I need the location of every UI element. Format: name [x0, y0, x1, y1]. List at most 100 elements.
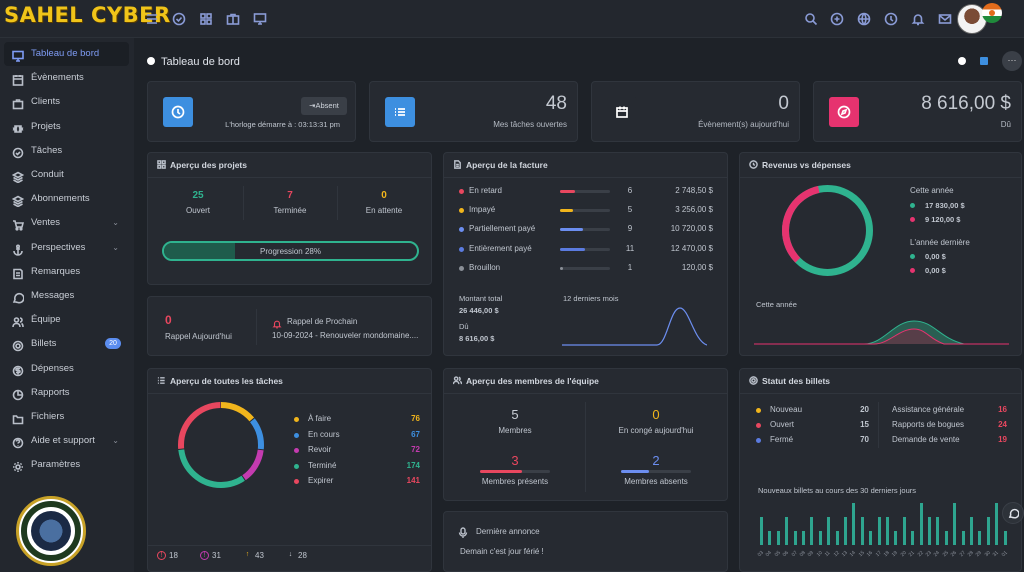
- globe-icon[interactable]: [857, 12, 871, 26]
- ticket-day-bar: [810, 517, 814, 545]
- sidebar-item-aide-et-support[interactable]: Aide et support ⌄: [4, 429, 129, 453]
- ticket-day-bar: [919, 503, 923, 545]
- sidebar-item-perspectives[interactable]: Perspectives ⌄: [4, 236, 129, 260]
- announcement-title: Dernière annonce: [476, 527, 540, 536]
- projects-hold-label: En attente: [365, 206, 403, 215]
- invoice-bar-fill: [560, 247, 585, 251]
- search-icon[interactable]: [804, 12, 818, 26]
- ticket-day-bar: [793, 531, 797, 545]
- chat-button[interactable]: [1002, 502, 1024, 524]
- invoice-bar-fill: [560, 228, 583, 232]
- grid-icon: [157, 160, 166, 169]
- compass-icon: [829, 97, 859, 127]
- sidebar-item-parametres[interactable]: Paramètres: [4, 453, 129, 477]
- ticket-day-label: 12: [832, 549, 841, 559]
- menu-icon[interactable]: [145, 12, 159, 26]
- evenements-icon: [12, 72, 24, 86]
- task-status-value: 76: [411, 414, 420, 423]
- due-card[interactable]: 8 616,00 $ Dû: [813, 81, 1022, 142]
- ticket-day-label: 28: [966, 549, 975, 559]
- events-today-label: Évènement(s) aujourd'hui: [698, 120, 789, 129]
- announcement-text[interactable]: Demain c'est jour férié !: [460, 547, 544, 556]
- due-value: 8 616,00 $: [921, 93, 1011, 114]
- absent-button[interactable]: ⇥Absent: [301, 97, 347, 115]
- sidebar-item-tableau-de-bord[interactable]: Tableau de bord: [4, 42, 129, 66]
- sidebar-item-billets[interactable]: Billets 20: [4, 332, 129, 356]
- sidebar-item-clients[interactable]: Clients: [4, 90, 129, 114]
- invoice-status-dot: [459, 227, 464, 233]
- sidebar-item-label: Projets: [31, 120, 61, 132]
- on-leave-value: 0: [652, 407, 660, 422]
- last-year-income: 0,00 $: [925, 252, 946, 261]
- ticket-status-dot: [756, 423, 761, 428]
- sidebar-item-remarques[interactable]: Remarques: [4, 260, 129, 284]
- bell-icon[interactable]: [911, 12, 925, 26]
- sidebar-item-fichiers[interactable]: Fichiers: [4, 405, 129, 429]
- grid-icon[interactable]: [199, 12, 213, 26]
- events-today-card[interactable]: 0 Évènement(s) aujourd'hui: [591, 81, 800, 142]
- language-flag-icon[interactable]: [982, 3, 1002, 23]
- sidebar-item-equipe[interactable]: Équipe: [4, 308, 129, 332]
- sidebar-item-label: Dépenses: [31, 362, 74, 374]
- ticket-day-label: 19: [891, 549, 900, 559]
- members-label: Membres: [498, 426, 532, 435]
- invoice-status-label: En retard: [469, 186, 502, 195]
- theme-white-dot[interactable]: [958, 57, 966, 65]
- check-circle-icon[interactable]: [172, 12, 186, 26]
- reminder-today-value: 0: [165, 313, 172, 327]
- open-tasks-card[interactable]: 48 Mes tâches ouvertes: [369, 81, 578, 142]
- team-overview-card: Aperçu des membres de l'équipe 5 Membres…: [443, 368, 728, 501]
- sidebar-item-abonnements[interactable]: Abonnements: [4, 187, 129, 211]
- more-options-button[interactable]: ···: [1002, 51, 1022, 71]
- sidebar: Tableau de bord Évènements Clients Projets T…: [0, 38, 134, 572]
- ticket-day-label: 29: [975, 549, 984, 559]
- sidebar-item-rapports[interactable]: Rapports: [4, 381, 129, 405]
- revenue-area-chart: [754, 320, 1009, 345]
- sidebar-item-projets[interactable]: Projets: [4, 115, 129, 139]
- due-amount-value: 8 616,00 $: [459, 334, 495, 343]
- plus-circle-icon[interactable]: [830, 12, 844, 26]
- ticket-day-label: 08: [798, 549, 807, 559]
- ticket-day-label: 01: [1000, 549, 1009, 559]
- tickets-bar-chart: [758, 501, 1013, 545]
- ticket-day-label: 16: [865, 549, 875, 559]
- projects-open-value: 25: [192, 190, 204, 201]
- revenue-expenses-title: Revenus vs dépenses: [749, 160, 851, 170]
- task-status-value: 72: [411, 445, 420, 454]
- this-year-income: 17 830,00 $: [925, 201, 965, 210]
- ticket-day-label: 05: [773, 549, 782, 559]
- sidebar-item-evenements[interactable]: Évènements: [4, 66, 129, 90]
- ticket-type-label: Demande de vente: [892, 435, 960, 444]
- invoice-overview-title: Aperçu de la facture: [453, 160, 548, 170]
- sidebar-item-conduit[interactable]: Conduit: [4, 163, 129, 187]
- sidebar-item-label: Clients: [31, 96, 61, 108]
- absent-label: Membres absents: [624, 477, 688, 486]
- remarques-icon: [12, 266, 24, 280]
- sidebar-item-depenses[interactable]: Dépenses: [4, 357, 129, 381]
- next-reminder-title: Rappel de Prochain: [287, 317, 358, 326]
- present-bar: [480, 470, 550, 473]
- ticket-day-label: 21: [907, 549, 917, 559]
- sidebar-item-ventes[interactable]: Ventes ⌄: [4, 211, 129, 235]
- sidebar-item-messages[interactable]: Messages: [4, 284, 129, 308]
- invoice-status-dot: [459, 246, 464, 252]
- next-reminder-text[interactable]: 10-09-2024 - Renouveler mondomaine....: [272, 331, 418, 340]
- briefcase-icon[interactable]: [226, 12, 240, 26]
- abonnements-icon: [11, 193, 25, 208]
- monitor-icon[interactable]: [253, 12, 267, 26]
- legend-dot: [294, 432, 299, 438]
- microphone-icon: [458, 526, 468, 538]
- calendar-icon: [607, 97, 637, 127]
- last-year-expense: 0,00 $: [925, 266, 946, 275]
- tickets-count-badge: 20: [105, 338, 121, 350]
- invoice-status-dot: [459, 208, 464, 214]
- ticket-day-label: 27: [958, 549, 967, 559]
- clock-card: ⇥Absent L'horloge démarre à : 03:13:31 p…: [147, 81, 356, 142]
- invoice-count: 1: [627, 262, 633, 272]
- sidebar-item-label: Évènements: [31, 72, 84, 84]
- mail-icon[interactable]: [938, 12, 952, 26]
- clock-icon[interactable]: [884, 12, 898, 26]
- ticket-day-bar: [953, 503, 957, 545]
- sidebar-item-taches[interactable]: Tâches: [4, 139, 129, 163]
- theme-blue-square[interactable]: [980, 57, 988, 65]
